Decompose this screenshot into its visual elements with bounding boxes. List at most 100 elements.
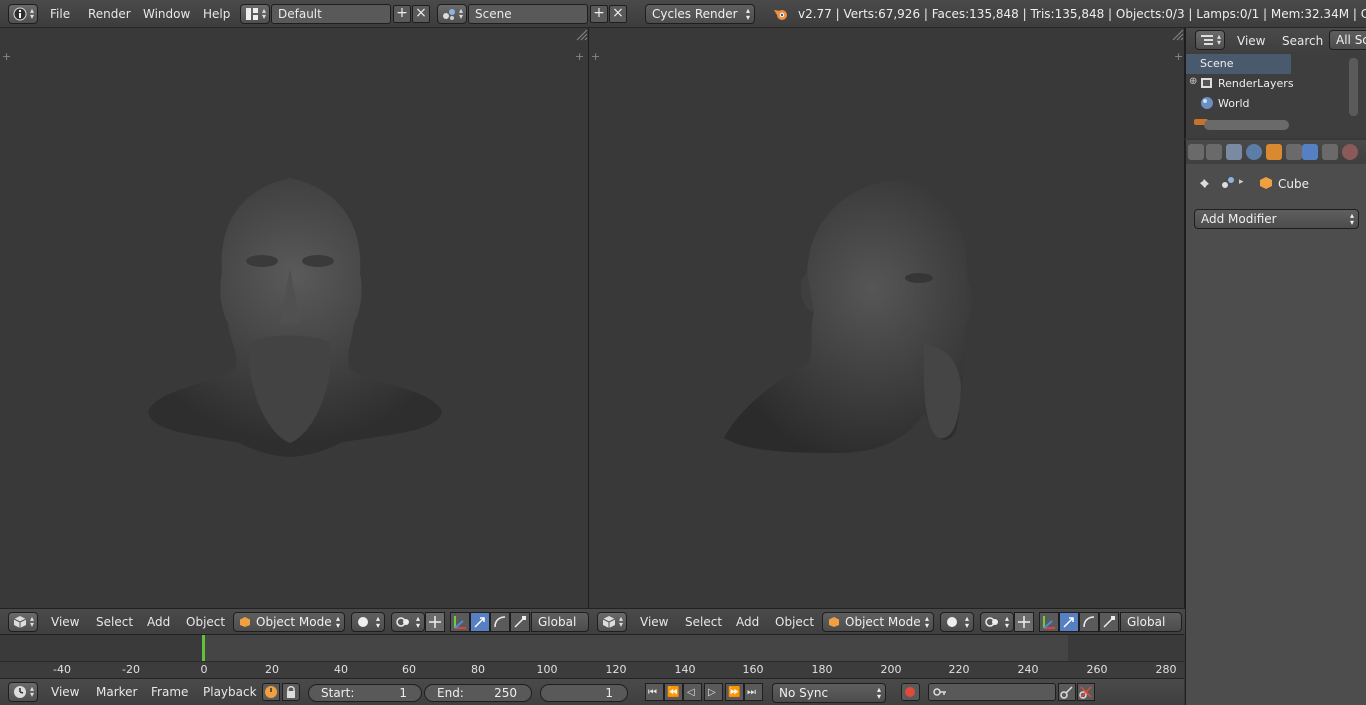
head-model-perspective[interactable] bbox=[719, 178, 979, 458]
expand-plus-icon[interactable]: ⊕ bbox=[1189, 76, 1197, 87]
menu-help[interactable]: Help bbox=[203, 7, 230, 21]
add-scene-button[interactable]: + bbox=[590, 5, 608, 23]
screen-layout-button[interactable]: ▴ ▾ bbox=[240, 4, 270, 24]
menu-select[interactable]: Select bbox=[685, 615, 722, 629]
scene-selector-button[interactable]: ▴ ▾ bbox=[437, 4, 467, 24]
current-frame-field[interactable]: 1 bbox=[540, 684, 628, 702]
menu-view[interactable]: View bbox=[1237, 34, 1265, 48]
scene-tab-icon[interactable] bbox=[1226, 144, 1242, 160]
play-button[interactable]: ▷ bbox=[704, 683, 723, 701]
mode-dropdown[interactable]: Object Mode ▴ ▾ bbox=[233, 612, 345, 632]
end-frame-field[interactable]: End: 250 bbox=[424, 684, 532, 702]
scene-name-field[interactable]: Scene bbox=[468, 4, 588, 24]
manipulator-toggle[interactable] bbox=[425, 612, 445, 632]
vertical-scrollbar[interactable] bbox=[1349, 58, 1358, 116]
translate-manipulator-button[interactable] bbox=[450, 612, 470, 632]
key-icon bbox=[933, 688, 946, 696]
orientation-dropdown[interactable]: Global bbox=[1120, 612, 1182, 632]
delete-layout-button[interactable]: × bbox=[412, 5, 430, 23]
menu-window[interactable]: Window bbox=[143, 7, 190, 21]
constraints-tab-icon[interactable] bbox=[1286, 144, 1302, 160]
timeline[interactable]: -40 -20 0 20 40 60 80 100 120 140 160 18… bbox=[0, 634, 1184, 679]
head-model-front[interactable] bbox=[140, 173, 450, 458]
prev-keyframe-button[interactable]: ⏪ bbox=[664, 683, 683, 701]
menu-file[interactable]: File bbox=[50, 7, 70, 21]
display-mode-dropdown[interactable]: All Sc bbox=[1329, 30, 1366, 50]
menu-view[interactable]: View bbox=[640, 615, 668, 629]
insert-keyframe-button[interactable] bbox=[1058, 683, 1076, 701]
outliner-item-world[interactable]: World bbox=[1186, 94, 1291, 114]
mode-dropdown[interactable]: Object Mode ▴ ▾ bbox=[822, 612, 934, 632]
pivot-dropdown[interactable]: ▴ ▾ bbox=[980, 612, 1014, 632]
menu-object[interactable]: Object bbox=[186, 615, 225, 629]
editor-type-outliner-button[interactable]: ▴ ▾ bbox=[1195, 30, 1225, 50]
scale-manipulator-button[interactable] bbox=[1099, 612, 1119, 632]
sync-dropdown[interactable]: No Sync ▴ ▾ bbox=[772, 683, 886, 703]
start-frame-field[interactable]: Start: 1 bbox=[308, 684, 422, 702]
outliner-panel[interactable]: ▴ ▾ View Search All Sc Scene ⊕ RenderLaye… bbox=[1185, 28, 1366, 138]
delete-keyframe-button[interactable] bbox=[1077, 683, 1095, 701]
manipulator-toggle[interactable] bbox=[1014, 612, 1034, 632]
jump-start-button[interactable]: ⏮ bbox=[645, 683, 664, 701]
corner-split-icon[interactable] bbox=[575, 28, 589, 42]
lock-range-button[interactable] bbox=[282, 683, 300, 701]
menu-view[interactable]: View bbox=[51, 685, 79, 699]
pivot-dropdown[interactable]: ▴ ▾ bbox=[391, 612, 425, 632]
next-keyframe-button[interactable]: ⏩ bbox=[725, 683, 744, 701]
menu-view[interactable]: View bbox=[51, 615, 79, 629]
playhead[interactable] bbox=[202, 635, 205, 663]
properties-panel[interactable]: ▸ Cube Add Modifier ▴ ▾ bbox=[1185, 140, 1366, 705]
render-engine-dropdown[interactable]: Cycles Render ▴ ▾ bbox=[645, 4, 755, 24]
plus-icon[interactable]: + bbox=[575, 50, 584, 63]
outliner-item-scene[interactable]: Scene bbox=[1186, 54, 1291, 74]
menu-add[interactable]: Add bbox=[736, 615, 759, 629]
menu-render[interactable]: Render bbox=[88, 7, 131, 21]
layout-name-field[interactable]: Default bbox=[271, 4, 391, 24]
pin-icon[interactable] bbox=[1198, 176, 1212, 190]
plus-icon[interactable]: + bbox=[1174, 50, 1183, 63]
render-layers-tab-icon[interactable] bbox=[1206, 144, 1222, 160]
viewport-left[interactable]: + + ▴ ▾ View Select Add Object Object Mod… bbox=[0, 28, 589, 634]
shading-dropdown[interactable]: ▴ ▾ bbox=[940, 612, 974, 632]
add-layout-button[interactable]: + bbox=[393, 5, 411, 23]
material-tab-icon[interactable] bbox=[1342, 144, 1358, 160]
menu-select[interactable]: Select bbox=[96, 615, 133, 629]
menu-marker[interactable]: Marker bbox=[96, 685, 137, 699]
orientation-dropdown[interactable]: Global bbox=[531, 612, 589, 632]
menu-object[interactable]: Object bbox=[775, 615, 814, 629]
world-tab-icon[interactable] bbox=[1246, 144, 1262, 160]
menu-playback[interactable]: Playback bbox=[203, 685, 257, 699]
menu-add[interactable]: Add bbox=[147, 615, 170, 629]
rotate-manipulator-button[interactable] bbox=[490, 612, 510, 632]
viewport-right[interactable]: + + ▴ ▾ View Select Add Object Object Mod… bbox=[589, 28, 1185, 634]
corner-split-icon[interactable] bbox=[1171, 28, 1185, 42]
data-tab-triangle-icon[interactable] bbox=[1322, 144, 1338, 160]
plus-icon[interactable]: + bbox=[2, 50, 11, 63]
preview-range-button[interactable] bbox=[262, 683, 280, 701]
outliner-item-renderlayers[interactable]: ⊕ RenderLayers bbox=[1186, 74, 1294, 94]
object-tab-icon[interactable] bbox=[1266, 144, 1282, 160]
play-reverse-button[interactable]: ◁ bbox=[683, 683, 702, 701]
add-modifier-dropdown[interactable]: Add Modifier ▴ ▾ bbox=[1194, 209, 1359, 229]
timeline-ruler[interactable] bbox=[0, 661, 1184, 679]
translate-manipulator-button[interactable] bbox=[1039, 612, 1059, 632]
shading-dropdown[interactable]: ▴ ▾ bbox=[351, 612, 385, 632]
info-editor-type-button[interactable]: ▴ ▾ bbox=[8, 4, 38, 24]
editor-type-timeline-button[interactable]: ▴ ▾ bbox=[8, 682, 38, 702]
editor-type-3d-view-button[interactable]: ▴ ▾ bbox=[8, 612, 38, 632]
move-manipulator-button[interactable] bbox=[1059, 612, 1079, 632]
move-manipulator-button[interactable] bbox=[470, 612, 490, 632]
horizontal-scrollbar[interactable] bbox=[1204, 120, 1289, 130]
jump-end-button[interactable]: ⏭ bbox=[744, 683, 763, 701]
rotate-manipulator-button[interactable] bbox=[1079, 612, 1099, 632]
auto-keying-button[interactable] bbox=[901, 683, 920, 701]
plus-icon[interactable]: + bbox=[591, 50, 600, 63]
menu-frame[interactable]: Frame bbox=[151, 685, 188, 699]
render-tab-camera-icon[interactable] bbox=[1188, 144, 1204, 160]
wrench-icon[interactable] bbox=[1302, 144, 1318, 160]
delete-scene-button[interactable]: × bbox=[609, 5, 627, 23]
editor-type-3d-view-button[interactable]: ▴ ▾ bbox=[597, 612, 627, 632]
menu-search[interactable]: Search bbox=[1282, 34, 1323, 48]
keying-set-field[interactable] bbox=[928, 683, 1056, 701]
scale-manipulator-button[interactable] bbox=[510, 612, 530, 632]
